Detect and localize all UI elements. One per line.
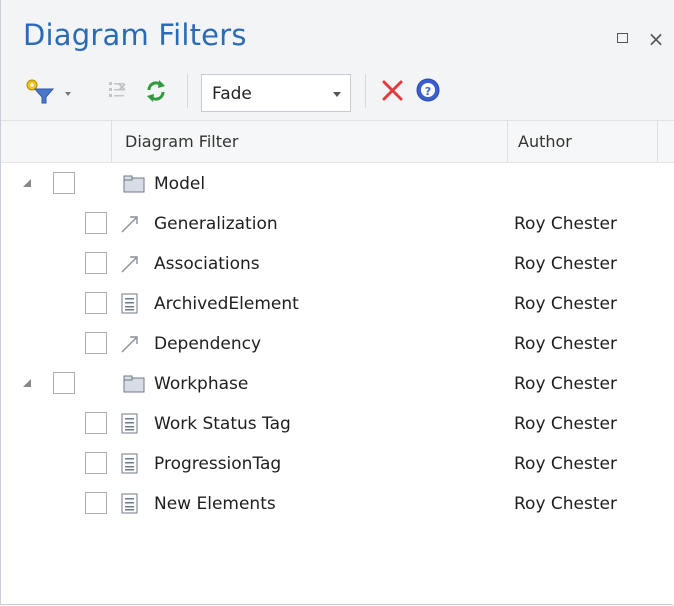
connector-icon (119, 333, 141, 355)
element-filter-icon (119, 413, 141, 435)
help-icon: ? (416, 78, 440, 102)
element-filter-icon (119, 453, 141, 475)
folder-icon (123, 373, 145, 395)
delete-filter-button[interactable] (379, 76, 407, 106)
toolbar-separator (187, 74, 188, 108)
filter-name: ProgressionTag (154, 454, 282, 474)
filter-checkbox[interactable] (85, 252, 107, 274)
panel-title: Diagram Filters (23, 18, 247, 52)
filter-checkbox[interactable] (85, 452, 107, 474)
tree-group-row[interactable]: Workphase Roy Chester (1, 364, 674, 404)
restore-button[interactable] (614, 30, 632, 48)
restore-icon (617, 33, 628, 43)
filter-author: Roy Chester (514, 494, 617, 514)
filter-name: New Elements (154, 494, 276, 514)
toolbar-separator (365, 74, 366, 108)
column-divider[interactable] (657, 121, 658, 162)
column-header: Diagram Filter Author (1, 121, 674, 163)
chevron-down-icon (333, 92, 341, 97)
filter-mode-select[interactable]: Fade (201, 74, 351, 112)
element-filter-icon (119, 493, 141, 515)
filter-name: ArchivedElement (154, 294, 299, 314)
tree-row[interactable]: Generalization Roy Chester (1, 204, 674, 244)
column-divider[interactable] (507, 121, 508, 162)
column-divider[interactable] (111, 121, 112, 162)
filter-author: Roy Chester (514, 414, 617, 434)
filter-list-icon (109, 82, 126, 97)
diagram-filters-panel: Diagram Filters × Fade ? Diagram Filter … (0, 0, 674, 605)
filter-checkbox[interactable] (85, 412, 107, 434)
filter-name: Dependency (154, 334, 262, 354)
tree-row[interactable]: Dependency Roy Chester (1, 324, 674, 364)
tree-row[interactable]: Work Status Tag Roy Chester (1, 404, 674, 444)
tree-row[interactable]: ProgressionTag Roy Chester (1, 444, 674, 484)
close-button[interactable]: × (647, 29, 665, 49)
filter-checkbox[interactable] (85, 212, 107, 234)
filter-checkbox[interactable] (85, 292, 107, 314)
column-header-diagram-filter[interactable]: Diagram Filter (125, 132, 238, 151)
filter-checkbox[interactable] (85, 492, 107, 514)
connector-icon (119, 253, 141, 275)
filter-name: Workphase (154, 374, 249, 394)
new-filter-button[interactable] (23, 76, 75, 106)
filter-author: Roy Chester (514, 334, 617, 354)
toolbar: Fade ? (1, 66, 674, 121)
connector-icon (119, 213, 141, 235)
filter-checkbox[interactable] (53, 172, 75, 194)
help-button[interactable]: ? (415, 76, 443, 106)
filter-author: Roy Chester (514, 374, 617, 394)
filter-author: Roy Chester (514, 454, 617, 474)
refresh-button[interactable] (143, 76, 169, 106)
new-filter-icon (26, 79, 71, 104)
element-filter-icon (119, 293, 141, 315)
filter-name: Associations (154, 254, 260, 274)
filter-checkbox[interactable] (53, 372, 75, 394)
expand-collapse-icon[interactable] (23, 379, 31, 387)
delete-icon (382, 80, 403, 101)
filter-author: Roy Chester (514, 254, 617, 274)
filter-name: Model (154, 174, 206, 194)
filter-checkbox[interactable] (85, 332, 107, 354)
filter-name: Generalization (154, 214, 278, 234)
expand-collapse-icon[interactable] (23, 179, 31, 187)
column-header-author[interactable]: Author (518, 132, 572, 151)
filter-name: Work Status Tag (154, 414, 291, 434)
tree-row[interactable]: New Elements Roy Chester (1, 484, 674, 524)
tree-group-row[interactable]: Model (1, 164, 674, 204)
refresh-icon (147, 80, 165, 102)
filter-author: Roy Chester (514, 294, 617, 314)
tree-row[interactable]: ArchivedElement Roy Chester (1, 284, 674, 324)
filter-author: Roy Chester (514, 214, 617, 234)
svg-text:?: ? (425, 85, 431, 98)
edit-filter-button[interactable] (105, 76, 131, 106)
panel-titlebar: Diagram Filters × (1, 0, 674, 66)
folder-icon (123, 173, 145, 195)
tree-row[interactable]: Associations Roy Chester (1, 244, 674, 284)
filter-mode-value: Fade (212, 84, 252, 104)
